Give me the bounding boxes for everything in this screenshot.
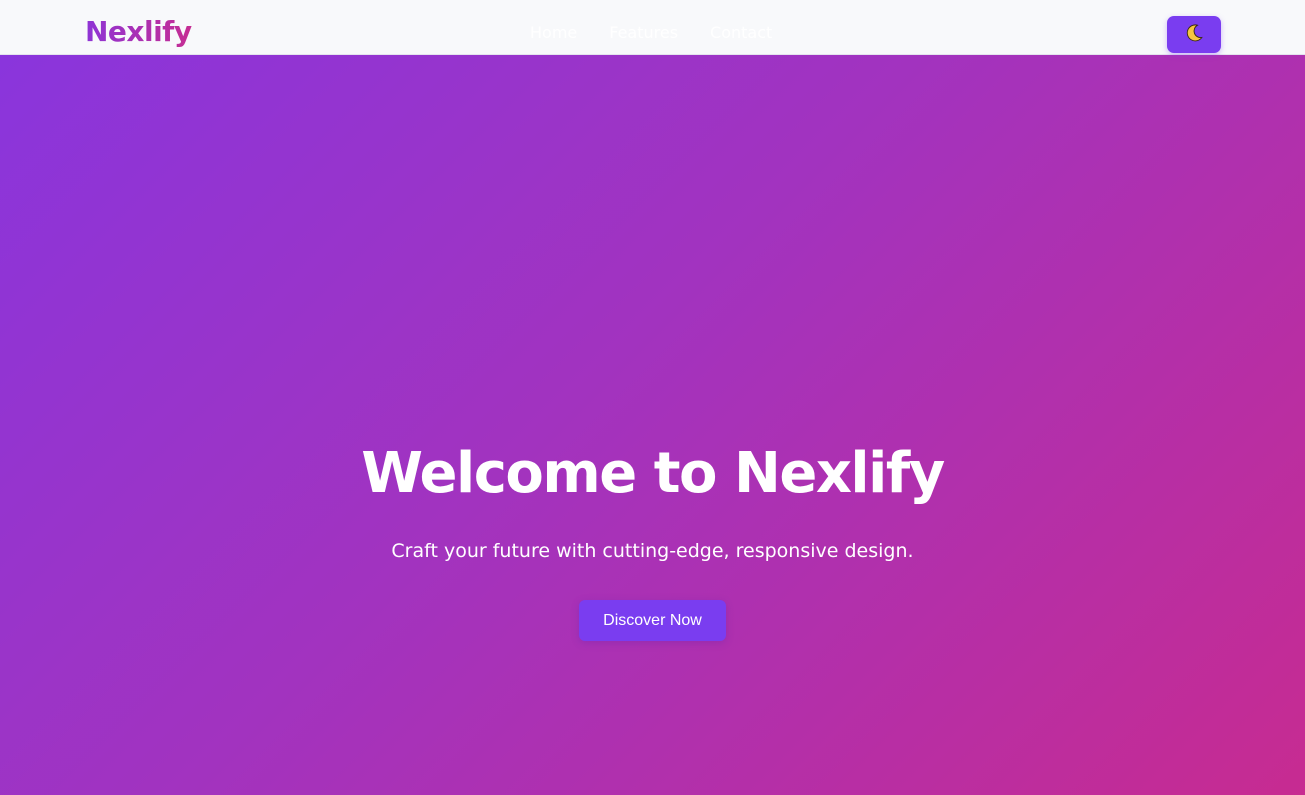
nav-item-features: Features <box>609 22 678 44</box>
discover-now-button[interactable]: Discover Now <box>579 600 726 641</box>
nav-item-home: Home <box>530 22 577 44</box>
nav-item-contact: Contact <box>710 22 772 44</box>
hero-subtitle: Craft your future with cutting-edge, res… <box>391 540 914 562</box>
navbar: Nexlify Home Features Contact <box>0 0 1305 55</box>
logo[interactable]: Nexlify <box>85 14 192 50</box>
hero-title: Welcome to Nexlify <box>361 441 945 506</box>
crescent-moon-icon <box>1184 23 1204 46</box>
hero-section: Welcome to Nexlify Craft your future wit… <box>0 55 1305 795</box>
nav-link-home[interactable]: Home <box>530 23 577 42</box>
nav-link-features[interactable]: Features <box>609 23 678 42</box>
theme-toggle-button[interactable] <box>1167 16 1221 53</box>
nav-link-contact[interactable]: Contact <box>710 23 772 42</box>
nav-links: Home Features Contact <box>530 22 772 44</box>
